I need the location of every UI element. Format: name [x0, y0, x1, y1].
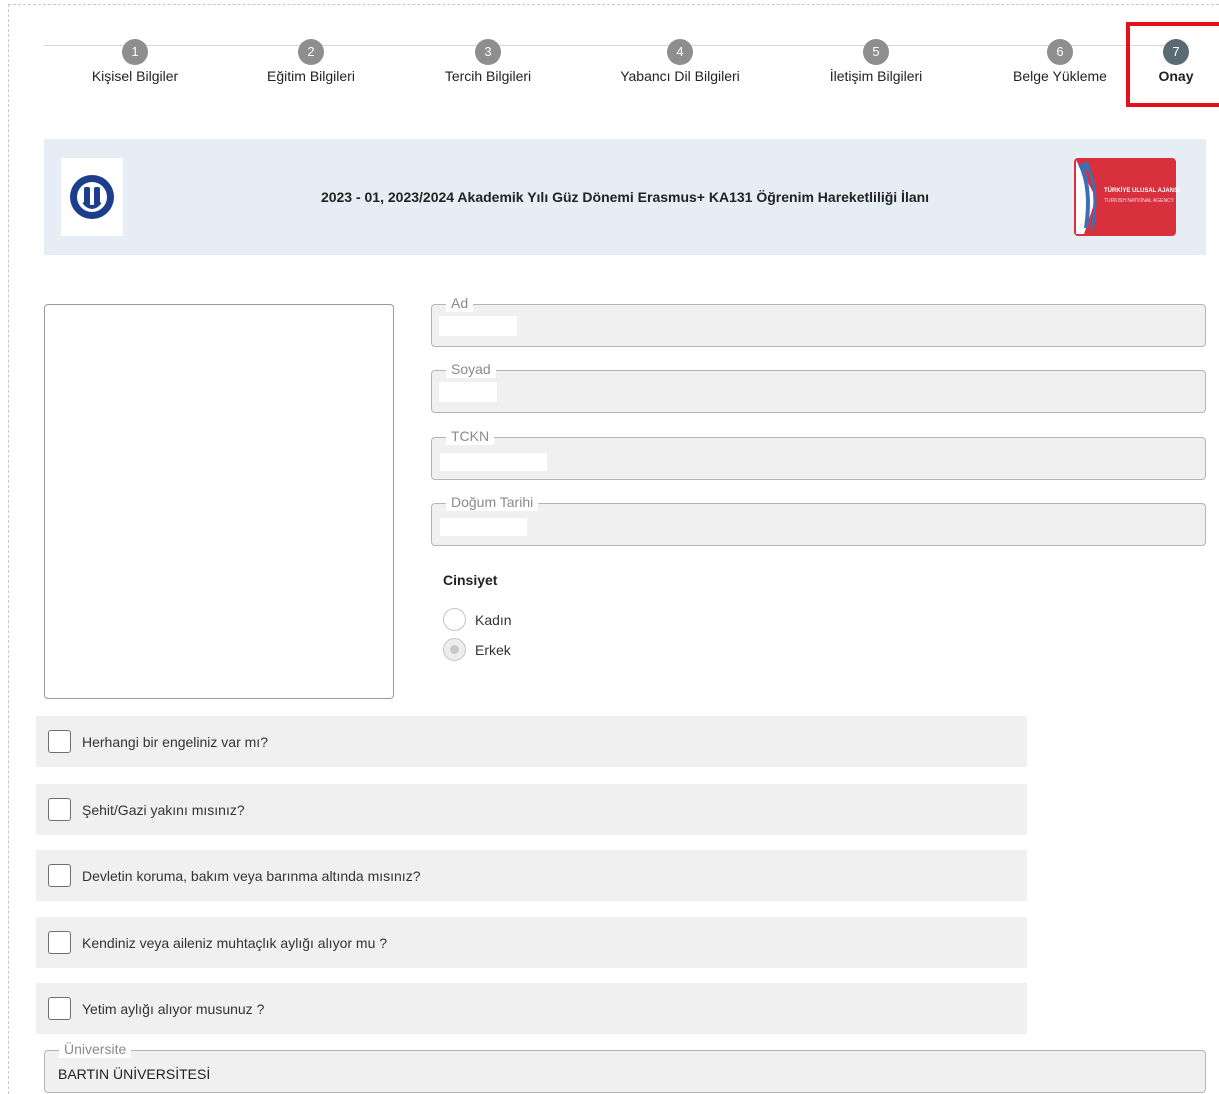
step-3-label: Tercih Bilgileri — [444, 68, 532, 84]
erkek-label: Erkek — [475, 641, 511, 658]
step-3-number: 3 — [475, 39, 501, 65]
question-row-yetim[interactable]: Yetim aylığı alıyor musunuz ? — [36, 983, 1027, 1034]
tckn-value — [440, 453, 547, 471]
kadin-label: Kadın — [475, 611, 512, 628]
soyad-label: Soyad — [446, 360, 496, 379]
sehit-gazi-label: Şehit/Gazi yakını mısınız? — [82, 801, 245, 818]
erkek-radio[interactable] — [443, 638, 466, 661]
sehit-gazi-checkbox[interactable] — [48, 798, 71, 821]
active-step-highlight — [1126, 22, 1219, 107]
dogum-tarihi-label: Doğum Tarihi — [446, 493, 539, 512]
universite-label: Üniversite — [59, 1040, 132, 1059]
question-row-sehit-gazi[interactable]: Şehit/Gazi yakını mısınız? — [36, 784, 1027, 835]
ad-label: Ad — [446, 294, 474, 313]
university-logo — [61, 158, 123, 236]
step-5-number: 5 — [863, 39, 889, 65]
engel-label: Herhangi bir engeliniz var mı? — [82, 733, 268, 750]
university-seal-icon — [70, 175, 114, 219]
step-5[interactable]: 5 İletişim Bilgileri — [776, 39, 976, 84]
step-1[interactable]: 1 Kişisel Bilgiler — [35, 39, 235, 84]
universite-field[interactable]: Üniversite BARTIN ÜNİVERSİTESİ — [44, 1040, 1206, 1093]
yetim-checkbox[interactable] — [48, 997, 71, 1020]
gender-option-erkek[interactable]: Erkek — [443, 638, 511, 661]
question-row-devlet-koruma[interactable]: Devletin koruma, bakım veya barınma altı… — [36, 850, 1027, 901]
step-4-number: 4 — [667, 39, 693, 65]
step-6-number: 6 — [1047, 39, 1073, 65]
gender-option-kadin[interactable]: Kadın — [443, 608, 512, 631]
agency-text-en: TURKISH NATIONAL AGENCY — [1104, 198, 1175, 204]
soyad-value — [439, 382, 497, 402]
kadin-radio[interactable] — [443, 608, 466, 631]
engel-checkbox[interactable] — [48, 730, 71, 753]
photo-upload-area[interactable] — [44, 304, 394, 699]
announcement-banner: 2023 - 01, 2023/2024 Akademik Yılı Güz D… — [44, 139, 1206, 255]
muhtaclik-checkbox[interactable] — [48, 931, 71, 954]
step-2[interactable]: 2 Eğitim Bilgileri — [211, 39, 411, 84]
ad-value — [439, 316, 517, 336]
yetim-label: Yetim aylığı alıyor musunuz ? — [82, 1000, 265, 1017]
muhtaclik-label: Kendiniz veya aileniz muhtaçlık aylığı a… — [82, 934, 388, 951]
devlet-koruma-checkbox[interactable] — [48, 864, 71, 887]
step-1-number: 1 — [122, 39, 148, 65]
dogum-tarihi-value — [440, 518, 527, 536]
gender-title: Cinsiyet — [443, 572, 498, 588]
dogum-tarihi-field[interactable]: Doğum Tarihi — [431, 493, 1206, 546]
question-row-muhtaclik[interactable]: Kendiniz veya aileniz muhtaçlık aylığı a… — [36, 917, 1027, 968]
step-3[interactable]: 3 Tercih Bilgileri — [388, 39, 588, 84]
step-2-label: Eğitim Bilgileri — [267, 68, 355, 84]
devlet-koruma-label: Devletin koruma, bakım veya barınma altı… — [82, 867, 421, 884]
universite-value: BARTIN ÜNİVERSİTESİ — [58, 1066, 211, 1082]
step-2-number: 2 — [298, 39, 324, 65]
agency-text-tr: TÜRKİYE ULUSAL AJANSI — [1104, 188, 1180, 194]
step-4-label: Yabancı Dil Bilgileri — [620, 68, 740, 84]
step-5-label: İletişim Bilgileri — [829, 68, 923, 84]
question-row-engel[interactable]: Herhangi bir engeliniz var mı? — [36, 716, 1027, 767]
soyad-field[interactable]: Soyad — [431, 360, 1206, 413]
step-1-label: Kişisel Bilgiler — [91, 68, 179, 84]
tckn-field[interactable]: TCKN — [431, 427, 1206, 480]
national-agency-logo: TÜRKİYE ULUSAL AJANSI TURKISH NATIONAL A… — [1074, 158, 1180, 236]
ad-field[interactable]: Ad — [431, 294, 1206, 347]
tckn-label: TCKN — [446, 427, 495, 446]
step-4[interactable]: 4 Yabancı Dil Bilgileri — [580, 39, 780, 84]
announcement-title: 2023 - 01, 2023/2024 Akademik Yılı Güz D… — [320, 189, 930, 205]
